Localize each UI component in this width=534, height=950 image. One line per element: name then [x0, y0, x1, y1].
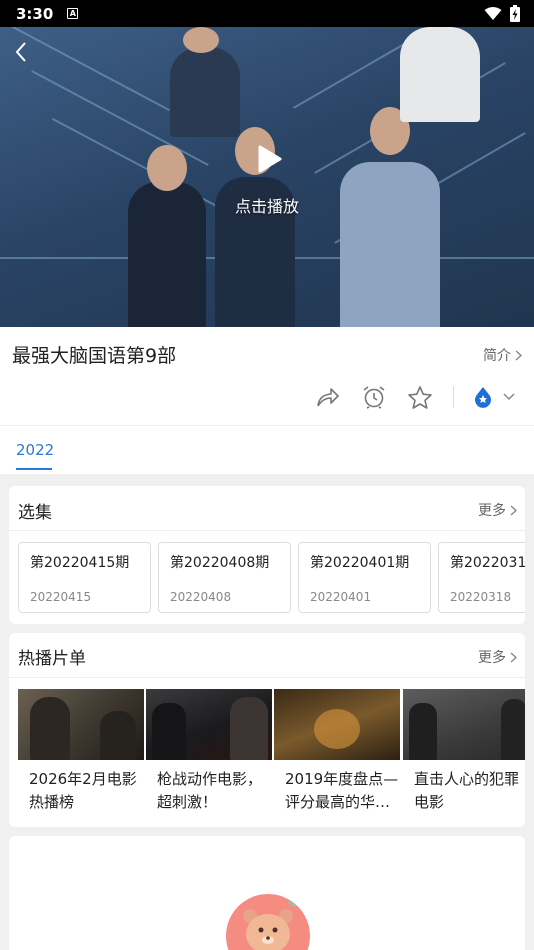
intro-button[interactable]: 简介 — [483, 345, 522, 365]
play-label[interactable]: 点击播放 — [0, 193, 534, 217]
playlist-item[interactable]: 2026年2月电影热播榜 — [18, 689, 144, 814]
back-button[interactable] — [8, 39, 34, 65]
person-head — [147, 145, 187, 191]
show-title: 最强大脑国语第9部 — [12, 345, 177, 367]
episodes-title: 选集 — [18, 503, 52, 523]
year-tab-bar: 2022 — [0, 425, 534, 474]
episode-date: 20220408 — [170, 590, 232, 604]
chevron-down-icon — [503, 393, 515, 401]
action-bar — [305, 381, 524, 413]
thumb-figure — [501, 699, 525, 760]
notification-icon: A — [67, 8, 79, 19]
hot-lists-header: 热播片单 更多 — [9, 633, 525, 678]
person-figure — [400, 27, 480, 122]
episode-title: 第20220415期 — [30, 555, 130, 571]
episode-item[interactable]: 第20220408期 20220408 — [158, 542, 291, 613]
chevron-right-icon — [510, 504, 517, 516]
thumb-figure — [230, 697, 268, 760]
person-figure — [170, 47, 240, 137]
share-icon — [317, 388, 339, 407]
tab-indicator — [16, 468, 52, 470]
episode-date: 20220415 — [30, 590, 92, 604]
mascot-illustration — [226, 894, 310, 950]
episodes-card: 选集 更多 第20220415期 20220415 第20220408期 202… — [9, 486, 525, 624]
person-head — [183, 27, 219, 53]
playlist-item[interactable]: 枪战动作电影，超刺激！ — [146, 689, 272, 814]
intro-label: 简介 — [483, 348, 511, 364]
hot-lists-card: 热播片单 更多 2026年2月电影热播榜 枪战动作电影，超刺激！ 2019年度盘… — [9, 633, 525, 827]
chevron-right-icon — [510, 651, 517, 663]
share-button[interactable] — [305, 381, 351, 413]
thumb-figure — [409, 703, 437, 760]
episode-item[interactable]: 第20220318期 20220318 — [438, 542, 525, 613]
hot-lists-title: 热播片单 — [18, 649, 86, 669]
episodes-header: 选集 更多 — [9, 486, 525, 531]
episode-item[interactable]: 第20220415期 20220415 — [18, 542, 151, 613]
person-figure — [340, 162, 440, 327]
episode-title: 第20220408期 — [170, 555, 270, 571]
playlist-caption: 2026年2月电影热播榜 — [29, 770, 137, 811]
thumb-figure — [314, 709, 360, 749]
episode-item[interactable]: 第20220401期 20220401 — [298, 542, 431, 613]
alarm-icon — [363, 386, 385, 409]
wifi-icon — [484, 6, 502, 20]
playlist-thumbnail — [146, 689, 272, 760]
thumb-figure — [30, 697, 70, 760]
playlist-item[interactable]: 直击人心的犯罪电影 — [403, 689, 525, 814]
episode-date: 20220318 — [450, 590, 512, 604]
playlist-caption: 2019年度盘点—评分最高的华… — [285, 770, 399, 811]
badge-icon — [475, 387, 491, 408]
chevron-left-icon — [15, 42, 26, 62]
action-divider — [453, 386, 454, 408]
episode-title: 第20220401期 — [310, 555, 410, 571]
bottom-card — [9, 836, 525, 950]
status-bar: 3:30 A — [0, 0, 534, 27]
playlist-thumbnail — [274, 689, 400, 760]
playlist-caption: 枪战动作电影，超刺激！ — [157, 770, 263, 811]
playlist-item[interactable]: 2019年度盘点—评分最高的华… — [274, 689, 400, 814]
more-label: 更多 — [478, 650, 506, 666]
status-time: 3:30 — [16, 4, 54, 23]
battery-icon — [510, 5, 520, 22]
video-player[interactable]: 点击播放 — [0, 27, 534, 327]
playlist-caption: 直击人心的犯罪电影 — [414, 770, 520, 811]
episode-list[interactable]: 第20220415期 20220415 第20220408期 20220408 … — [18, 542, 525, 614]
hot-lists-more-button[interactable]: 更多 — [478, 647, 517, 667]
hot-lists-row[interactable]: 2026年2月电影热播榜 枪战动作电影，超刺激！ 2019年度盘点—评分最高的华… — [18, 689, 525, 824]
episode-date: 20220401 — [310, 590, 372, 604]
playlist-thumbnail — [403, 689, 525, 760]
show-info: 最强大脑国语第9部 简介 — [0, 327, 534, 425]
star-icon — [408, 385, 432, 409]
more-label: 更多 — [478, 503, 506, 519]
play-icon[interactable] — [252, 143, 284, 175]
favorite-button[interactable] — [397, 381, 443, 413]
episodes-more-button[interactable]: 更多 — [478, 500, 517, 520]
chevron-right-icon — [515, 349, 522, 361]
thumb-figure — [152, 703, 186, 760]
tab-year[interactable]: 2022 — [16, 441, 54, 459]
thumb-figure — [100, 711, 136, 760]
reminder-button[interactable] — [351, 381, 397, 413]
playlist-thumbnail — [18, 689, 144, 760]
badge-dropdown[interactable] — [464, 381, 524, 413]
episode-title: 第20220318期 — [450, 555, 525, 571]
